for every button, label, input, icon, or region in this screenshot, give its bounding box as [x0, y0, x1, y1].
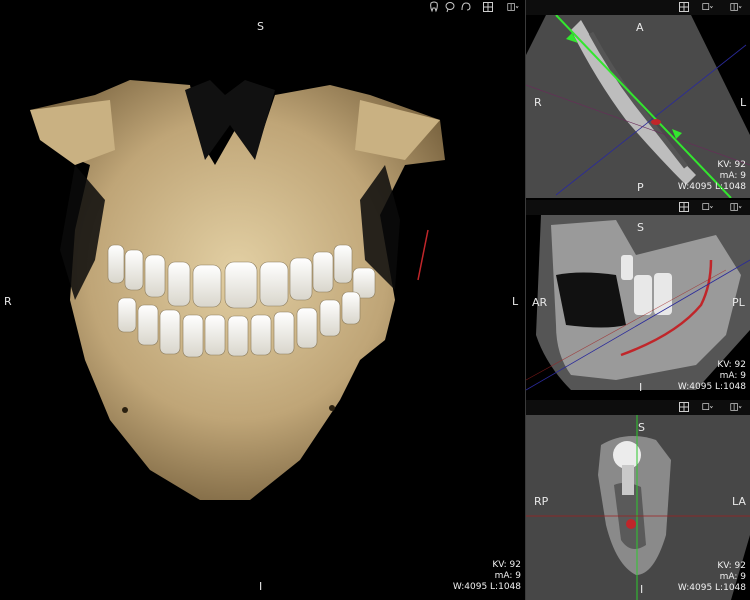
orient-right-label: L [740, 96, 747, 109]
ma-value: mA: 9 [719, 572, 746, 582]
kv-value: KV: 92 [717, 360, 746, 370]
sagittal-panel-header [526, 200, 750, 216]
window-level-value: W:4095 L:1048 [677, 382, 746, 392]
cross-section-panel-header [526, 400, 750, 416]
ma-value: mA: 9 [719, 371, 746, 381]
kv-value: KV: 92 [717, 561, 746, 571]
window-level-value: W:4095 L:1048 [677, 583, 746, 593]
layout-icon[interactable] [505, 1, 521, 13]
layout-icon[interactable] [728, 201, 744, 213]
window-dropdown-icon[interactable] [700, 201, 716, 213]
grid-icon[interactable] [678, 1, 690, 13]
scan-info: KV: 92 mA: 9 W:4095 L:1048 [453, 560, 521, 593]
kv-value: KV: 92 [717, 160, 746, 170]
orient-bottom-label: I [639, 381, 643, 394]
ma-value: mA: 9 [719, 171, 746, 181]
skull-3d-render [30, 80, 445, 500]
cross-section-view[interactable]: S I RP LA KV: 92 mA: 9 W:4095 L:1048 [526, 415, 750, 600]
lasso-icon[interactable] [444, 1, 456, 13]
ma-value: mA: 9 [494, 571, 521, 581]
orient-left-label: R [534, 96, 542, 109]
window-dropdown-icon[interactable] [700, 1, 716, 13]
orient-top-label: S [637, 221, 644, 234]
main-toolbar [0, 0, 525, 15]
orient-right-label: PL [732, 296, 745, 309]
sagittal-panel[interactable]: S I AR PL KV: 92 mA: 9 W:4095 L:1048 [526, 200, 750, 398]
orient-bottom-label: P [637, 181, 644, 194]
curve-icon[interactable] [460, 1, 472, 13]
orient-top-label: A [636, 21, 644, 34]
scan-info: KV: 92 mA: 9 W:4095 L:1048 [678, 160, 746, 193]
cross-section-panel[interactable]: S I RP LA KV: 92 mA: 9 W:4095 L:1048 [526, 400, 750, 600]
grid-icon[interactable] [678, 401, 690, 413]
orient-top-label: S [638, 421, 645, 434]
tooth-icon[interactable] [428, 1, 440, 13]
orient-left-label: AR [532, 296, 548, 309]
layout-icon[interactable] [728, 1, 744, 13]
kv-value: KV: 92 [492, 560, 521, 570]
orient-left-label: R [4, 295, 12, 308]
axial-panel-header [526, 0, 750, 16]
grid-icon[interactable] [482, 1, 494, 13]
sagittal-view[interactable]: S I AR PL KV: 92 mA: 9 W:4095 L:1048 [526, 215, 750, 398]
scan-info: KV: 92 mA: 9 W:4095 L:1048 [678, 360, 746, 393]
orient-right-label: L [512, 295, 519, 308]
window-level-value: W:4095 L:1048 [452, 582, 521, 592]
volume-render-viewport[interactable]: S I R L KV: 92 mA: 9 W:4095 L:1048 [0, 0, 525, 600]
axial-panel[interactable]: A P R L KV: 92 mA: 9 W:4095 L:1048 [526, 0, 750, 198]
orient-right-label: LA [732, 495, 746, 508]
axial-view[interactable]: A P R L KV: 92 mA: 9 W:4095 L:1048 [526, 15, 750, 198]
grid-icon[interactable] [678, 201, 690, 213]
scan-info: KV: 92 mA: 9 W:4095 L:1048 [678, 561, 746, 594]
orient-bottom-label: I [640, 583, 644, 596]
window-dropdown-icon[interactable] [700, 401, 716, 413]
window-level-value: W:4095 L:1048 [677, 182, 746, 192]
orient-left-label: RP [534, 495, 549, 508]
layout-icon[interactable] [728, 401, 744, 413]
orient-top-label: S [257, 20, 264, 33]
orient-bottom-label: I [259, 580, 263, 593]
